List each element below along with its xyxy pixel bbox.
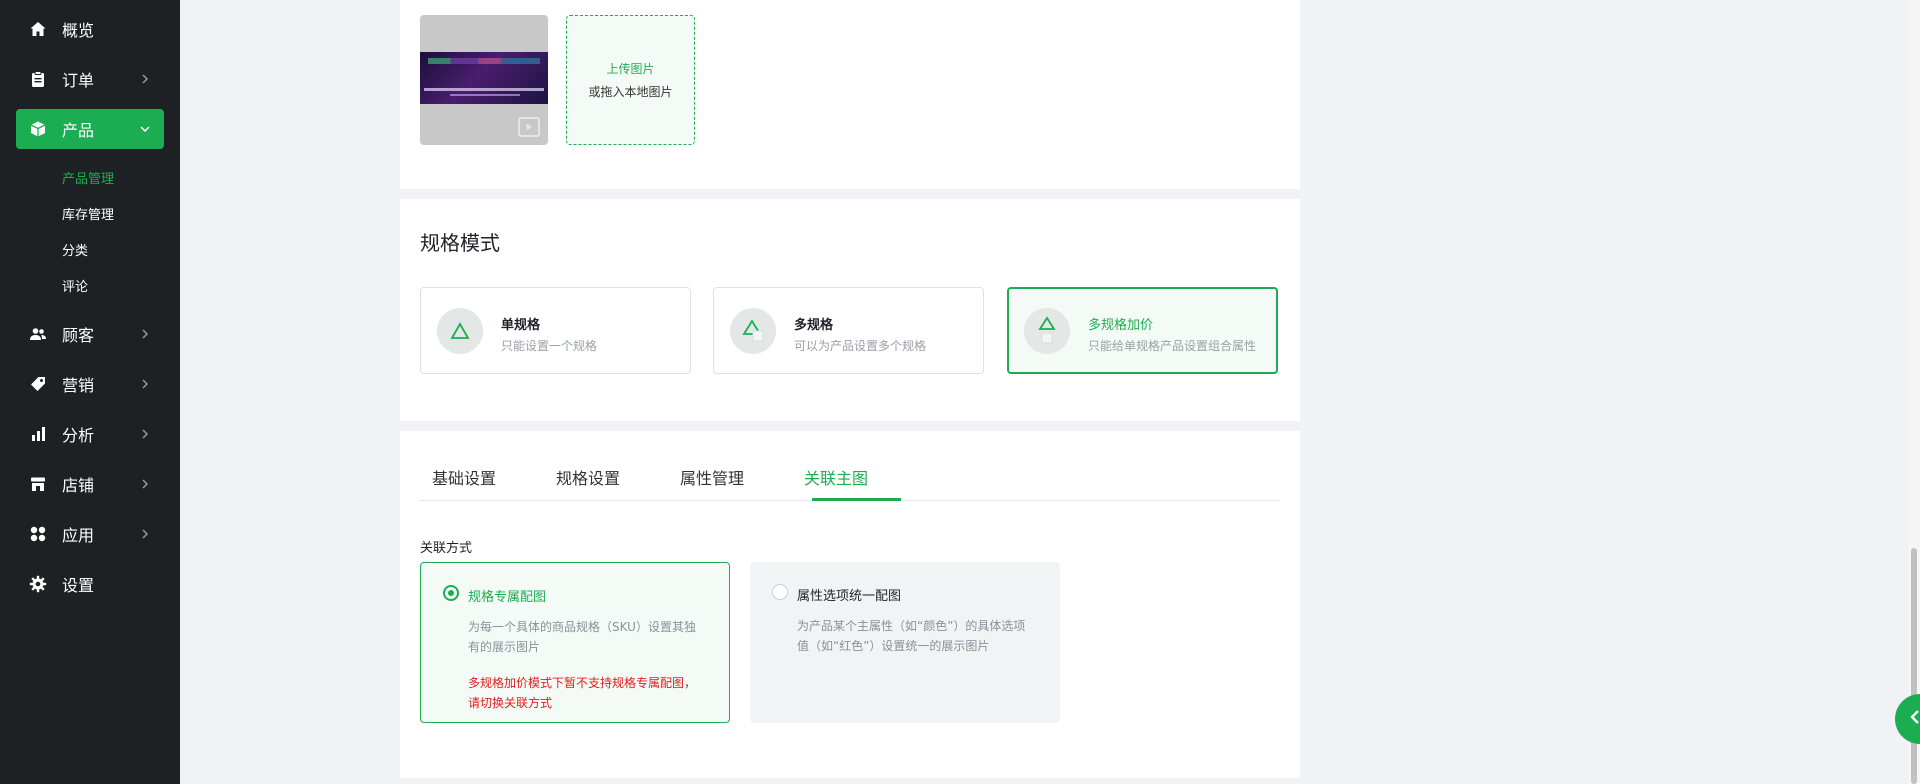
chevron-right-icon [138,427,152,441]
tab-attribute-management[interactable]: 属性管理 [680,465,744,489]
upload-label: 上传图片 [606,62,655,76]
spec-mode-multi-surcharge[interactable]: 多规格加价 只能给单规格产品设置组合属性 [1007,287,1278,374]
radio-checked[interactable] [443,585,459,601]
association-option-sku-image[interactable]: 规格专属配图 为每一个具体的商品规格（SKU）设置其独有的展示图片 多规格加价模… [420,562,730,723]
option-desc: 为每一个具体的商品规格（SKU）设置其独有的展示图片 [468,620,696,654]
option-title: 属性选项统一配图 [797,589,902,604]
nav-label: 应用 [62,526,95,545]
play-icon[interactable] [518,117,540,137]
nav-label: 概览 [62,21,95,40]
nav-item-settings[interactable]: 设置 [16,564,164,604]
sidebar: 概览 订单 产品 产品管理 库存管理 分类 评论 顾客 营销 分析 店铺 应用 … [0,0,180,784]
subnav-reviews[interactable]: 评论 [62,276,88,295]
spec-mode-multi[interactable]: 多规格 可以为产品设置多个规格 [713,287,984,374]
subnav-product-management[interactable]: 产品管理 [62,168,114,187]
association-option-attribute-image[interactable]: 属性选项统一配图 为产品某个主属性（如“颜色”）的具体选项值（如“红色”）设置统… [750,562,1060,723]
chevron-right-icon [138,327,152,341]
tab-basic-settings[interactable]: 基础设置 [432,465,496,489]
nav-label: 产品 [62,121,95,140]
scrollbar-thumb[interactable] [1911,548,1917,784]
association-label: 关联方式 [420,541,473,556]
box-icon [28,119,48,139]
spec-mode-title: 多规格加价 [1088,318,1154,333]
floating-panel-toggle[interactable] [1895,694,1920,744]
settings-card: 基础设置 规格设置 属性管理 关联主图 关联方式 规格专属配图 为每一个具体的商… [400,431,1300,778]
nav-item-marketing[interactable]: 营销 [16,364,164,404]
nav-label: 店铺 [62,476,95,495]
chevron-right-icon [138,72,152,86]
spec-mode-card: 规格模式 单规格 只能设置一个规格 多规格 可以为产品设置多个规格 多规格加价 … [400,199,1300,421]
spec-mode-desc: 只能给单规格产品设置组合属性 [1088,339,1257,353]
nav-item-customers[interactable]: 顾客 [16,314,164,354]
tag-icon [28,374,48,394]
media-card: 上传图片 或拖入本地图片 [400,0,1300,189]
option-title: 规格专属配图 [468,590,547,605]
nav-label: 订单 [62,71,95,90]
option-desc: 为产品某个主属性（如“颜色”）的具体选项值（如“红色”）设置统一的展示图片 [797,619,1026,653]
nav-item-products[interactable]: 产品 [16,109,164,149]
spec-mode-desc: 只能设置一个规格 [501,339,598,353]
nav-item-overview[interactable]: 概览 [16,9,164,49]
triangle-square-icon [1024,308,1070,354]
option-warning: 多规格加价模式下暂不支持规格专属配图，请切换关联方式 [468,676,697,710]
upload-hint: 或拖入本地图片 [588,85,673,99]
chevron-right-icon [138,477,152,491]
gear-icon [28,574,48,594]
chevron-right-icon [138,527,152,541]
tab-bar: 基础设置 规格设置 属性管理 关联主图 [420,431,1280,501]
spec-mode-desc: 可以为产品设置多个规格 [794,339,927,353]
store-icon [28,474,48,494]
triangle-icon [437,308,483,354]
nav-item-store[interactable]: 店铺 [16,464,164,504]
section-title: 规格模式 [420,231,500,255]
nav-item-analytics[interactable]: 分析 [16,414,164,454]
tab-linked-main-image[interactable]: 关联主图 [804,465,868,489]
nav-label: 分析 [62,426,95,445]
tab-active-indicator [812,498,901,501]
triangle-square-icon [730,308,776,354]
subnav-categories[interactable]: 分类 [62,240,88,259]
nav-label: 营销 [62,376,95,395]
video-thumbnail[interactable] [420,15,548,145]
spec-mode-title: 多规格 [794,318,834,333]
home-icon [28,19,48,39]
spec-mode-title: 单规格 [501,318,541,333]
chevron-down-icon [138,122,152,136]
nav-item-orders[interactable]: 订单 [16,59,164,99]
nav-item-apps[interactable]: 应用 [16,514,164,554]
image-upload-dropzone[interactable]: 上传图片 或拖入本地图片 [566,15,695,145]
subnav-inventory[interactable]: 库存管理 [62,204,114,223]
apps-icon [28,524,48,544]
clipboard-icon [28,69,48,89]
nav-label: 顾客 [62,326,95,345]
page-scrollbar[interactable] [1908,0,1920,784]
nav-label: 设置 [62,576,95,595]
spec-mode-single[interactable]: 单规格 只能设置一个规格 [420,287,691,374]
bar-chart-icon [28,424,48,444]
chevron-left-icon [1909,709,1920,729]
radio-unchecked[interactable] [772,584,788,600]
tab-spec-settings[interactable]: 规格设置 [556,465,620,489]
thumbnail-image [420,52,548,104]
chevron-right-icon [138,377,152,391]
users-icon [28,324,48,344]
